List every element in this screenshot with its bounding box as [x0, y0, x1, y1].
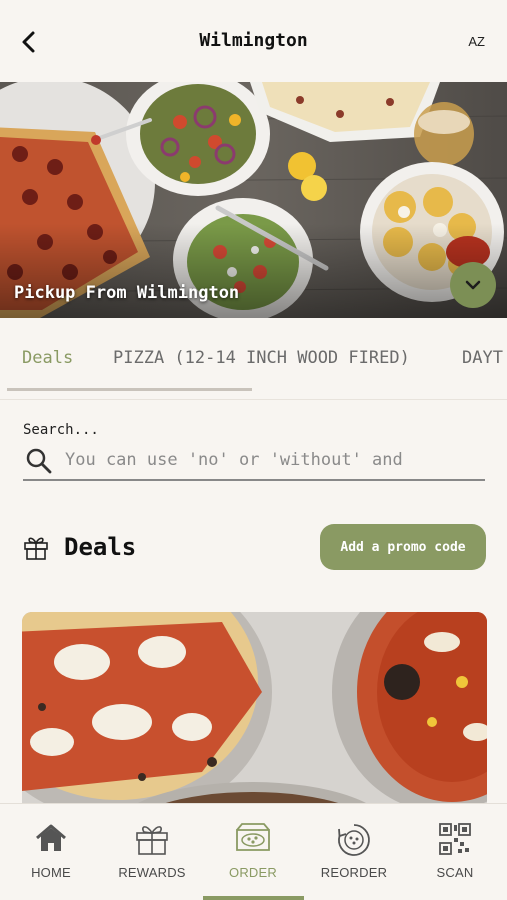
chevron-down-icon	[465, 280, 481, 290]
language-switch[interactable]: AZ	[468, 34, 485, 49]
nav-rewards[interactable]: REWARDS	[102, 804, 202, 900]
nav-reorder[interactable]: REORDER	[304, 804, 404, 900]
reorder-icon	[338, 824, 370, 856]
deals-section-header: Deals	[22, 533, 136, 561]
deals-title: Deals	[64, 533, 137, 561]
nav-scan[interactable]: SCAN	[405, 804, 505, 900]
search-bar	[23, 443, 485, 481]
gift-icon	[24, 537, 48, 560]
nav-order[interactable]: ORDER	[203, 804, 303, 900]
home-icon	[36, 824, 66, 851]
gift-icon	[136, 826, 168, 855]
bottom-navigation: HOME REWARDS ORDER REORDER SCAN	[0, 803, 507, 900]
deal-image	[22, 612, 487, 812]
nav-rewards-label: REWARDS	[118, 865, 186, 880]
nav-home-label: HOME	[31, 865, 71, 880]
page-title: Wilmington	[199, 30, 308, 51]
search-icon	[26, 448, 52, 474]
nav-home[interactable]: HOME	[1, 804, 101, 900]
pizza-box-icon	[236, 823, 270, 851]
search-label: Search...	[23, 422, 99, 438]
tab-scroll-indicator	[7, 388, 252, 391]
category-tabs: Deals PIZZA (12-14 INCH WOOD FIRED) DAYT	[0, 318, 507, 400]
expand-location-button[interactable]	[450, 262, 496, 308]
active-nav-indicator	[203, 896, 304, 900]
tab-dayt[interactable]: DAYT	[462, 348, 503, 368]
qr-code-icon	[439, 823, 471, 855]
nav-order-label: ORDER	[229, 865, 277, 880]
tab-pizza[interactable]: PIZZA (12-14 INCH WOOD FIRED)	[113, 348, 410, 368]
deal-card[interactable]	[22, 612, 487, 812]
add-promo-code-button[interactable]: Add a promo code	[320, 524, 486, 570]
pickup-location-label: Pickup From Wilmington	[14, 283, 240, 303]
tab-deals[interactable]: Deals	[22, 348, 73, 368]
app-header: Wilmington AZ	[0, 0, 507, 82]
nav-scan-label: SCAN	[436, 865, 474, 880]
nav-reorder-label: REORDER	[320, 865, 388, 880]
search-input[interactable]	[65, 445, 481, 475]
